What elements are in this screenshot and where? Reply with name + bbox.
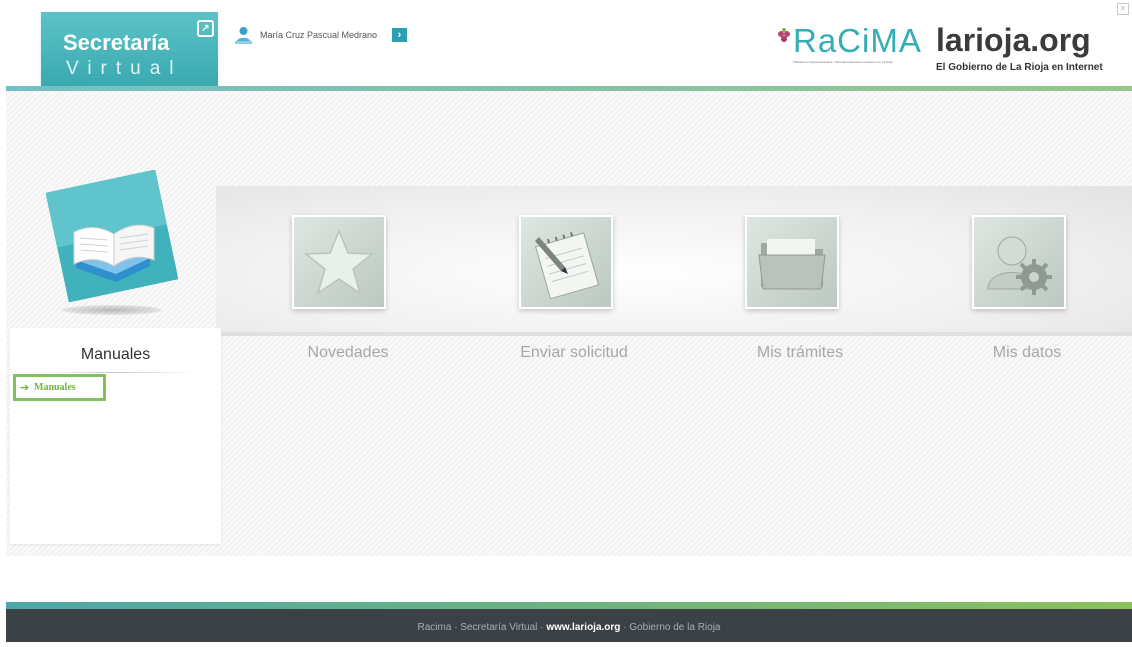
mis-tramites-label[interactable]: Mis trámites [710, 344, 890, 362]
panel-divider [36, 372, 196, 373]
app-title: Secretaría [63, 30, 170, 55]
racima-tagline: Plataforma Integral Educativa / Secretar… [793, 60, 893, 64]
footer-gobierno[interactable]: Gobierno de la Rioja [629, 622, 720, 633]
novedades-tile[interactable] [292, 215, 386, 309]
main-content: Novedades Enviar solicitud Mis trámites … [6, 91, 1132, 556]
close-icon[interactable]: ✕ [1117, 3, 1129, 15]
mis-datos-tile[interactable] [972, 215, 1066, 309]
footer-racima[interactable]: Racima [418, 622, 452, 633]
notepad-pencil-icon [535, 232, 600, 300]
larioja-logo[interactable]: larioja.org El Gobierno de La Rioja en I… [936, 22, 1116, 73]
racima-name: RaCiMA [793, 22, 922, 59]
footer-stripe [6, 602, 1132, 609]
secretaria-virtual-logo[interactable]: Secretaría ↗ Virtual [41, 12, 218, 86]
manuales-panel: Manuales ➔ Manuales [10, 328, 221, 544]
user-settings-icon [987, 236, 1052, 295]
footer-larioja-link[interactable]: www.larioja.org [546, 622, 620, 633]
manuales-link[interactable]: ➔ Manuales [13, 374, 106, 401]
footer-secretaria-virtual[interactable]: Secretaría Virtual [460, 622, 537, 633]
larioja-tagline: El Gobierno de La Rioja en Internet [936, 62, 1103, 73]
grape-icon [778, 28, 790, 42]
mis-datos-label[interactable]: Mis datos [937, 344, 1117, 362]
enviar-solicitud-label[interactable]: Enviar solicitud [484, 344, 664, 362]
larioja-name: larioja.org [936, 22, 1091, 58]
manuales-tile[interactable] [45, 169, 179, 303]
footer-separator: · [454, 622, 458, 633]
enviar-solicitud-tile[interactable] [519, 215, 613, 309]
mis-tramites-tile[interactable] [745, 215, 839, 309]
app-subtitle: Virtual [66, 58, 183, 79]
user-name: María Cruz Pascual Medrano [260, 30, 378, 40]
shelf-floor [216, 332, 1132, 336]
star-icon [303, 229, 375, 295]
footer-separator: · [623, 622, 627, 633]
user-icon [235, 27, 252, 44]
manuales-link-label: Manuales [34, 382, 76, 393]
external-link-icon: ↗ [197, 20, 214, 37]
folder-icon [758, 239, 826, 290]
footer-separator: · [540, 622, 544, 633]
footer: Racima · Secretaría Virtual · www.larioj… [6, 609, 1132, 642]
arrow-right-icon: ➔ [20, 382, 30, 394]
novedades-label[interactable]: Novedades [258, 344, 438, 362]
open-book-icon [45, 169, 179, 303]
panel-title: Manuales [80, 346, 151, 363]
header: Secretaría ↗ Virtual María Cruz Pascual … [0, 0, 1132, 96]
user-menu-arrow-icon[interactable]: › [392, 28, 407, 42]
racima-logo[interactable]: RaCiMA Plataforma Integral Educativa / S… [775, 22, 921, 66]
tile-shadow [62, 305, 162, 315]
